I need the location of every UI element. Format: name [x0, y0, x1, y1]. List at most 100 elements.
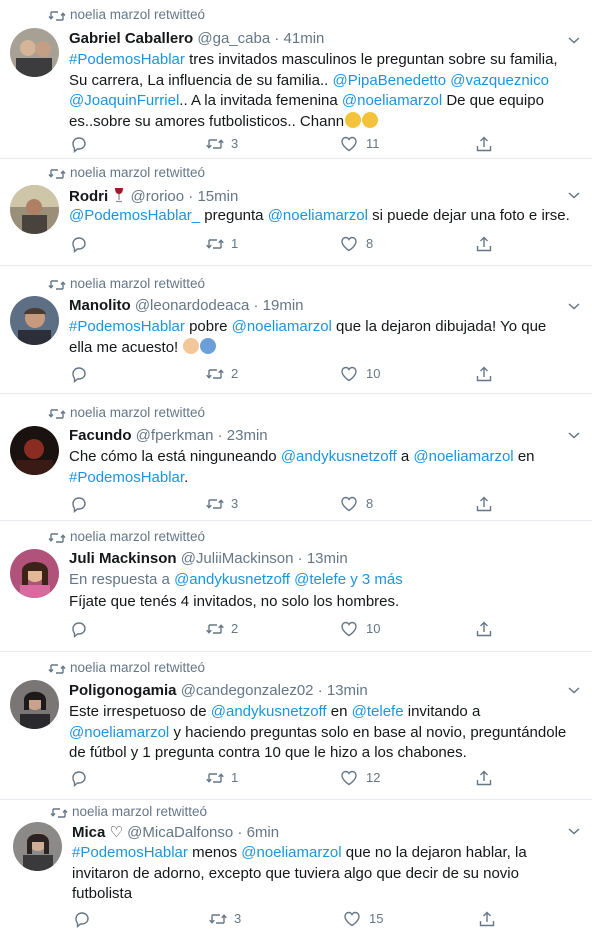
retweet-icon — [48, 664, 66, 674]
person-shrugging-emoji — [200, 337, 217, 354]
chevron-down-icon[interactable] — [567, 685, 581, 695]
like-count: 11 — [366, 136, 380, 151]
like-count: 12 — [366, 770, 381, 785]
mention-link[interactable]: @telefe y 3 más — [294, 571, 403, 588]
display-name[interactable]: Rodri — [69, 188, 108, 205]
display-name[interactable]: Manolito — [69, 297, 131, 314]
timestamp[interactable]: 13min — [327, 682, 368, 699]
mention-link[interactable]: @noeliamarzol — [241, 844, 341, 861]
timestamp[interactable]: 41min — [284, 30, 325, 47]
retweet-count: 2 — [231, 366, 239, 381]
user-handle[interactable]: @MicaDalfonso — [127, 824, 233, 841]
reply-icon — [72, 622, 86, 638]
user-handle[interactable]: @leonardodeaca — [135, 297, 249, 314]
hashtag-link[interactable]: #PodemosHablar — [69, 318, 185, 335]
praying-hands-emoji — [183, 337, 200, 354]
display-name[interactable]: Gabriel Caballero — [69, 30, 193, 47]
avatar[interactable] — [10, 28, 59, 77]
mention-link[interactable]: @noeliamarzol — [413, 448, 513, 465]
tweet[interactable]: noelia marzol retwitteó Mica ♡ @MicaDalf… — [0, 800, 592, 939]
avatar[interactable] — [10, 549, 59, 598]
retweet-count: 2 — [231, 621, 239, 636]
mention-link[interactable]: @noeliamarzol — [69, 724, 169, 741]
timestamp[interactable]: 15min — [197, 188, 238, 205]
like-count: 8 — [366, 236, 374, 251]
retweet-icon — [206, 239, 224, 249]
user-handle[interactable]: @candegonzalez02 — [181, 682, 314, 699]
separator-dot: · — [217, 427, 223, 444]
heart-icon — [341, 236, 357, 252]
tweet[interactable]: noelia marzol retwitteó Facundo @fperkma… — [0, 394, 592, 520]
mention-link[interactable]: @vazqueznico — [450, 72, 549, 89]
separator-dot: · — [188, 188, 194, 205]
retweet-count: 3 — [231, 136, 239, 151]
mention-link[interactable]: @PodemosHablar_ — [69, 207, 200, 224]
chevron-down-icon[interactable] — [567, 190, 581, 200]
display-name[interactable]: Poligonogamia — [69, 682, 177, 699]
retweet-icon — [50, 808, 68, 818]
timestamp[interactable]: 6min — [247, 824, 280, 841]
share-icon — [476, 136, 492, 152]
retweet-count: 1 — [231, 236, 239, 251]
chevron-down-icon[interactable] — [567, 35, 581, 45]
avatar[interactable] — [13, 822, 62, 871]
timestamp[interactable]: 23min — [227, 427, 268, 444]
heart-icon — [341, 621, 357, 637]
user-handle[interactable]: @ga_caba — [197, 30, 270, 47]
separator-dot: · — [253, 297, 259, 314]
mention-link[interactable]: @JoaquinFurriel — [69, 92, 179, 109]
tweet-text: @PodemosHablar_ pregunta @noeliamarzol s… — [69, 207, 570, 224]
tweet[interactable]: noelia marzol retwitteó Gabriel Caballer… — [0, 0, 592, 158]
mention-link[interactable]: @noeliamarzol — [232, 318, 332, 335]
avatar[interactable] — [10, 680, 59, 729]
hashtag-link[interactable]: #PodemosHablar — [69, 469, 184, 486]
chevron-down-icon[interactable] — [567, 826, 581, 836]
thinking-face-emoji — [362, 111, 379, 128]
like-count: 10 — [366, 366, 381, 381]
share-icon — [476, 236, 492, 252]
retweet-icon — [48, 409, 66, 419]
reply-icon — [72, 137, 86, 153]
separator-dot: · — [274, 30, 280, 47]
reply-icon — [75, 912, 89, 928]
avatar[interactable] — [10, 296, 59, 345]
reply-icon — [72, 367, 86, 383]
mention-link[interactable]: @PipaBenedetto — [332, 72, 446, 89]
display-name[interactable]: Mica ♡ — [72, 824, 123, 841]
retweet-icon — [48, 11, 66, 21]
user-handle[interactable]: @rorioo — [131, 188, 185, 205]
retweet-icon — [209, 914, 227, 924]
retweet-count: 1 — [231, 770, 239, 785]
retweet-context: noelia marzol retwitteó — [70, 165, 206, 180]
chevron-down-icon[interactable] — [567, 430, 581, 440]
user-handle[interactable]: @JuliiMackinson — [181, 550, 294, 567]
hashtag-link[interactable]: #PodemosHablar — [72, 844, 188, 861]
hashtag-link[interactable]: #PodemosHablar — [69, 51, 185, 68]
mention-link[interactable]: @andykusnetzoff — [281, 448, 397, 465]
retweet-context: noelia marzol retwitteó — [70, 276, 206, 291]
tweet[interactable]: noelia marzol retwitteó Poligonogamia @c… — [0, 652, 592, 799]
tweet[interactable]: noelia marzol retwitteó Manolito @leonar… — [0, 266, 592, 393]
tweet-text: Che cómo la está ninguneando @andykusnet… — [69, 448, 535, 486]
tweet[interactable]: noelia marzol retwitteó Juli Mackinson @… — [0, 521, 592, 651]
retweet-icon — [206, 624, 224, 634]
share-icon — [476, 496, 492, 512]
reply-icon — [72, 771, 86, 787]
mention-link[interactable]: @andykusnetzoff — [174, 571, 290, 588]
mention-link[interactable]: @andykusnetzoff — [211, 703, 327, 720]
like-count: 15 — [369, 911, 384, 926]
mention-link[interactable]: @noeliamarzol — [342, 92, 442, 109]
timestamp[interactable]: 13min — [307, 550, 348, 567]
avatar[interactable] — [10, 426, 59, 475]
mention-link[interactable]: @telefe — [352, 703, 404, 720]
retweet-context: noelia marzol retwitteó — [70, 529, 206, 544]
display-name[interactable]: Facundo — [69, 427, 132, 444]
chevron-down-icon[interactable] — [567, 301, 581, 311]
display-name[interactable]: Juli Mackinson — [69, 550, 177, 567]
timestamp[interactable]: 19min — [263, 297, 304, 314]
user-handle[interactable]: @fperkman — [136, 427, 214, 444]
mention-link[interactable]: @noeliamarzol — [268, 207, 368, 224]
reply-icon — [72, 497, 86, 513]
tweet[interactable]: noelia marzol retwitteó Rodri @rorioo · … — [0, 159, 592, 265]
avatar[interactable] — [10, 185, 59, 234]
